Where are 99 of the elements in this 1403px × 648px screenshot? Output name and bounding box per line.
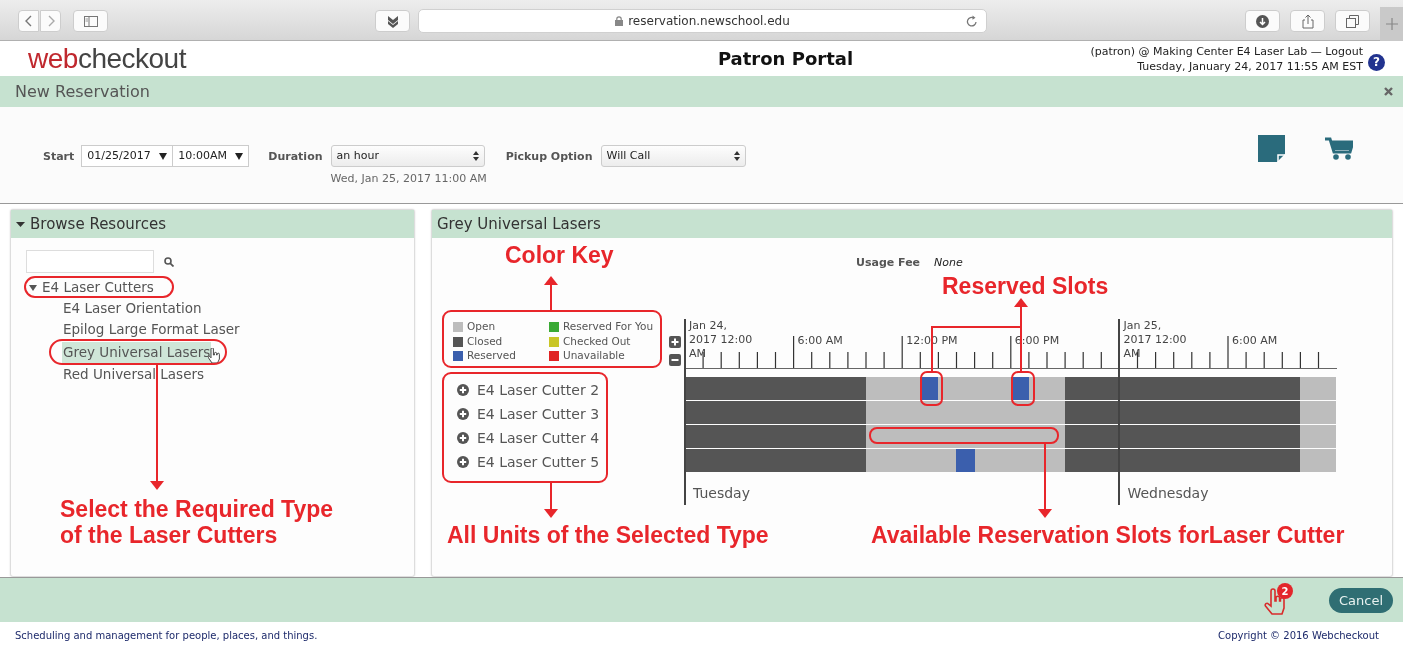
panel-title: Grey Universal Lasers: [437, 213, 601, 235]
logout-link[interactable]: Logout: [1325, 44, 1363, 58]
panel-title: Browse Resources: [30, 213, 166, 235]
annotation-outline: [1011, 371, 1035, 406]
expand-icon[interactable]: [457, 432, 469, 444]
page-title: Patron Portal: [717, 47, 854, 71]
close-icon[interactable]: [1384, 87, 1393, 96]
field-label: Duration: [268, 149, 323, 165]
annotation-outline: [920, 371, 943, 406]
tabs-icon: [1346, 14, 1359, 28]
axis-label: 6:00 AM: [1232, 334, 1278, 348]
sidebar-button[interactable]: [73, 10, 108, 32]
downloads-button[interactable]: [1245, 10, 1280, 32]
legend-label: Reserved For You: [563, 319, 654, 335]
day-label: Tuesday: [693, 484, 750, 503]
duration-select[interactable]: an hour: [330, 145, 485, 167]
annotation-text: Available Reservation Slots forLaser Cutter: [871, 522, 1345, 548]
annotation-arrow: [544, 276, 558, 312]
forward-button[interactable]: [40, 10, 61, 32]
open-block[interactable]: [1300, 425, 1337, 448]
field-label: Pickup Option: [505, 149, 593, 165]
share-button[interactable]: [1290, 10, 1325, 32]
expand-icon[interactable]: [457, 408, 469, 420]
annotation-text: Color Key: [505, 242, 614, 268]
tree-item[interactable]: Epilog Large Format Laser: [62, 319, 241, 340]
plus-icon: [1385, 18, 1398, 30]
open-block[interactable]: [865, 401, 1065, 424]
caret-down-icon: [235, 152, 244, 160]
open-block[interactable]: [1300, 377, 1337, 400]
cancel-button[interactable]: Cancel: [1329, 588, 1393, 613]
chevron-left-icon: [24, 15, 33, 27]
open-block[interactable]: [865, 377, 921, 400]
legend-label: Checked Out: [563, 333, 631, 349]
chevron-right-icon: [46, 15, 55, 27]
expand-icon[interactable]: [457, 456, 469, 468]
open-block[interactable]: [1300, 401, 1337, 424]
zoom-in-icon[interactable]: [669, 335, 681, 348]
address-text: reservation.newschool.edu: [628, 13, 790, 30]
unit-name[interactable]: E4 Laser Cutter 2: [477, 379, 600, 401]
cart-icon[interactable]: [1325, 137, 1353, 161]
legend-label: Closed: [467, 333, 503, 349]
reload-icon[interactable]: [966, 15, 978, 28]
annotation-arrow: [544, 481, 558, 518]
user-info: (patron) @ Making Center E4 Laser Lab — Logout: [1090, 43, 1363, 59]
notification-badge: 2: [1277, 583, 1293, 599]
search-icon[interactable]: [164, 256, 174, 267]
lock-icon: [615, 16, 624, 26]
fee-label: Usage Fee: [856, 255, 921, 271]
legend-label: Unavailable: [563, 348, 625, 364]
tree-item[interactable]: Red Universal Lasers: [62, 364, 206, 385]
current-datetime: Tuesday, January 24, 2017 11:55 AM EST: [1136, 58, 1363, 74]
caret-down-icon[interactable]: [29, 283, 37, 292]
arrow-down-icon: [385, 14, 400, 28]
axis-label: Jan 25, 2017 12:00 AM: [1123, 319, 1188, 361]
hand-icon[interactable]: [1263, 588, 1287, 616]
tree-item[interactable]: Grey Universal Lasers: [62, 341, 212, 363]
hand-cursor-icon: [208, 348, 221, 364]
end-time-text: Wed, Jan 25, 2017 11:00 AM: [330, 171, 487, 187]
unit-name[interactable]: E4 Laser Cutter 5: [477, 451, 600, 473]
download-icon: [1256, 14, 1269, 28]
date-field[interactable]: 01/25/2017: [81, 145, 173, 167]
pickup-select[interactable]: Will Call: [600, 145, 746, 167]
unit-name[interactable]: E4 Laser Cutter 4: [477, 427, 600, 449]
expand-icon[interactable]: [457, 384, 469, 396]
annotation-text: Reserved Slots: [942, 273, 1109, 299]
open-block[interactable]: [938, 377, 1011, 400]
open-block[interactable]: [865, 449, 957, 472]
field-label: Start: [43, 149, 75, 165]
annotation-text: All Units of the Selected Type: [447, 522, 769, 548]
time-field[interactable]: 10:00AM: [172, 145, 250, 167]
address-field[interactable]: reservation.newschool.edu: [418, 9, 987, 33]
day-label: Wednesday: [1127, 484, 1209, 503]
sidebar-icon: [83, 15, 98, 27]
annotation-text: Select the Required Type of the Laser Cutters: [60, 496, 335, 548]
open-block[interactable]: [1300, 449, 1337, 472]
up-down-icon: [472, 151, 479, 161]
extension-button[interactable]: [375, 10, 410, 32]
axis-label: 6:00 AM: [797, 334, 843, 348]
up-down-icon: [733, 151, 740, 161]
tree-item[interactable]: E4 Laser Cutters: [41, 277, 155, 298]
axis-label: Jan 24, 2017 12:00 AM: [689, 319, 754, 361]
logo: webcheckout: [28, 44, 188, 73]
zoom-out-icon[interactable]: [669, 354, 681, 366]
share-icon: [1301, 13, 1314, 29]
open-block[interactable]: [974, 449, 1065, 472]
dialog-title: New Reservation: [15, 80, 150, 103]
caret-down-icon: [159, 152, 168, 160]
back-button[interactable]: [18, 10, 39, 32]
caret-down-icon[interactable]: [16, 219, 25, 229]
tagline-text: Scheduling and management for people, places, and things.: [15, 628, 318, 643]
unit-name[interactable]: E4 Laser Cutter 3: [477, 403, 600, 425]
copyright-text: Copyright © 2016 Webcheckout: [1218, 628, 1379, 643]
legend-label: Open: [467, 319, 496, 335]
tree-item[interactable]: E4 Laser Orientation: [62, 298, 203, 319]
tabs-button[interactable]: [1335, 10, 1370, 32]
note-icon[interactable]: [1258, 135, 1285, 162]
legend-label: Reserved: [467, 348, 516, 364]
help-button[interactable]: ?: [1368, 53, 1385, 71]
search-field[interactable]: [26, 250, 154, 273]
